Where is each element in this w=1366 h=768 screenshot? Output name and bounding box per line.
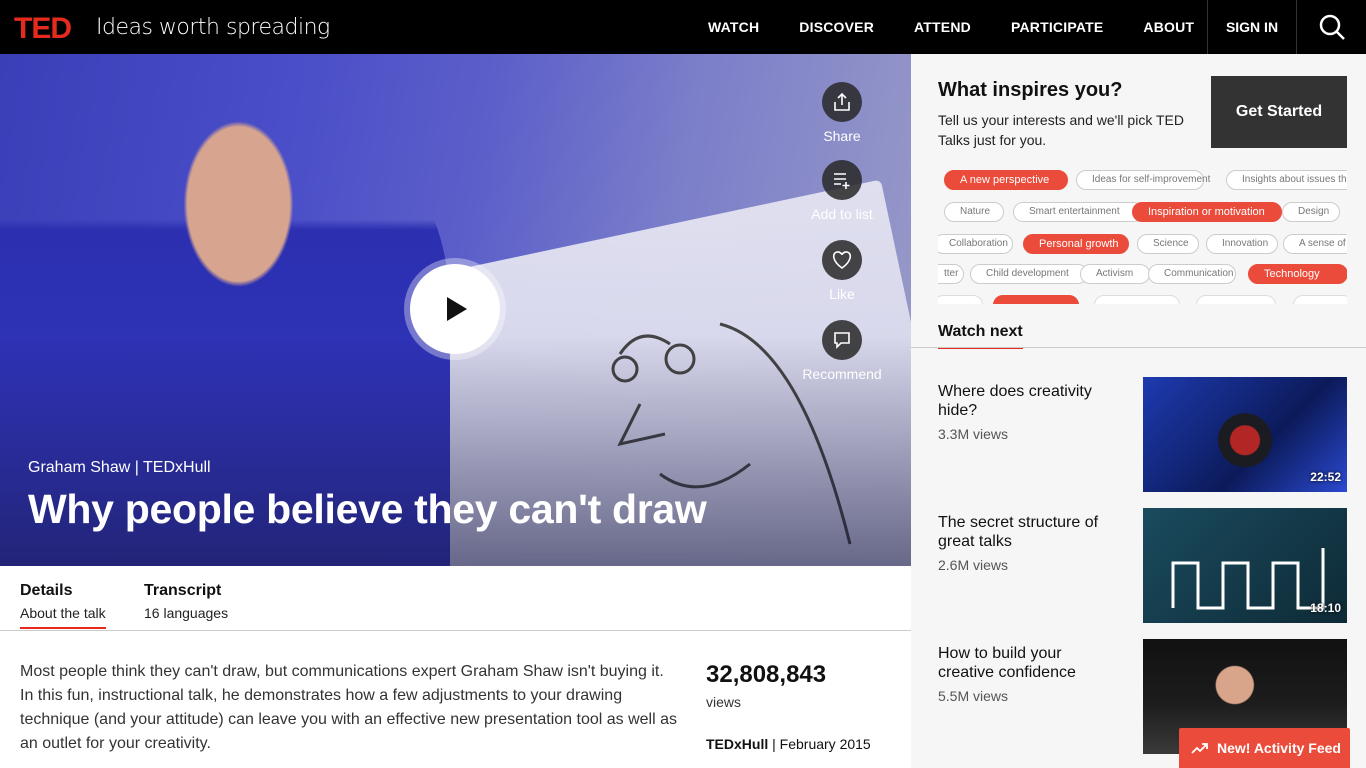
tab-details[interactable]: Details About the talk (20, 582, 106, 629)
watch-next-thumbnail[interactable]: 18:10 (1143, 508, 1347, 623)
views-label: views (706, 694, 742, 710)
recommend-label: Recommend (802, 366, 882, 382)
add-to-list-button[interactable]: Add to list (792, 160, 892, 222)
watch-next-views: 2.6M views (938, 557, 1009, 573)
video-duration: 22:52 (1310, 470, 1341, 484)
watch-next-views: 5.5M views (938, 688, 1009, 704)
tagline: Ideas worth spreading (96, 15, 330, 40)
nav-watch[interactable]: WATCH (688, 0, 779, 54)
search-button[interactable] (1298, 0, 1366, 54)
inspire-title: What inspires you? (938, 79, 1123, 101)
trending-icon (1191, 743, 1208, 754)
activity-feed-button[interactable]: New! Activity Feed (1179, 728, 1350, 768)
share-label: Share (823, 128, 861, 144)
video-hero[interactable]: Share Add to list Like Recommend Graham … (0, 54, 911, 566)
interest-chip[interactable]: Child development (970, 264, 1088, 284)
recommend-button[interactable]: Recommend (792, 320, 892, 382)
like-button[interactable]: Like (792, 240, 892, 302)
watch-next-title[interactable]: Where does creativity hide? (938, 382, 1118, 420)
like-label: Like (829, 286, 855, 302)
nav-attend[interactable]: ATTEND (894, 0, 991, 54)
nav-participate[interactable]: PARTICIPATE (991, 0, 1123, 54)
talk-description: Most people think they can't draw, but c… (20, 663, 677, 752)
interest-chip-partial[interactable] (938, 295, 983, 304)
interest-chip[interactable]: A sense of h (1283, 234, 1347, 254)
interest-chip[interactable]: Design (1282, 202, 1340, 222)
add-to-list-icon (834, 173, 850, 189)
talk-title: Why people believe they can't draw (28, 486, 707, 532)
watch-next-item[interactable]: The secret structure of great talks 2.6M… (938, 508, 1347, 624)
interest-chip[interactable]: Nature (944, 202, 1004, 222)
main-nav: WATCH DISCOVER ATTEND PARTICIPATE ABOUT (688, 0, 1214, 54)
video-duration: 18:10 (1310, 601, 1341, 615)
event-name[interactable]: TEDxHull (706, 736, 768, 752)
sign-in-link[interactable]: SIGN IN (1207, 0, 1297, 54)
talk-tabs: Details About the talk Transcript 16 lan… (0, 566, 911, 631)
sidebar: What inspires you? Tell us your interest… (911, 54, 1366, 768)
interest-chip[interactable]: Collaboration (938, 234, 1013, 254)
speaker-event[interactable]: Graham Shaw | TEDxHull (28, 459, 211, 477)
play-button[interactable] (410, 264, 500, 354)
interest-chip[interactable]: Personal growth (1023, 234, 1129, 254)
interest-chip[interactable]: A new perspective (944, 170, 1068, 190)
interest-chip-partial[interactable] (993, 295, 1079, 304)
nav-discover[interactable]: DISCOVER (779, 0, 894, 54)
watch-next-views: 3.3M views (938, 426, 1009, 442)
recommend-icon (834, 332, 850, 349)
ted-logo[interactable]: TED (14, 12, 72, 46)
play-icon (447, 297, 467, 321)
nav-about[interactable]: ABOUT (1123, 0, 1214, 54)
interest-chip[interactable]: tter (938, 264, 964, 284)
interest-chip[interactable]: Smart entertainment (1013, 202, 1143, 222)
watch-next-title[interactable]: How to build your creative confidence (938, 644, 1118, 682)
interest-chip[interactable]: Ideas for self-improvement (1076, 170, 1210, 190)
interest-chip[interactable]: Activism (1080, 264, 1150, 284)
interest-chip[interactable]: Science (1137, 234, 1199, 254)
search-icon (1319, 14, 1345, 40)
tab-details-label: Details (20, 582, 73, 599)
event-info: TEDxHull | February 2015 (706, 736, 871, 752)
inspire-subtitle: Tell us your interests and we'll pick TE… (938, 112, 1184, 148)
watch-next-thumbnail[interactable]: 22:52 (1143, 377, 1347, 492)
tab-details-sub: About the talk (20, 605, 106, 621)
interest-chip-partial[interactable] (1196, 295, 1276, 304)
views-count: 32,808,843 (706, 661, 827, 688)
interest-chip[interactable]: Communication (1148, 264, 1236, 284)
interest-chip-partial[interactable] (1094, 295, 1180, 304)
add-to-list-label: Add to list (811, 206, 873, 222)
interest-chips: A new perspective Ideas for self-improvem… (938, 166, 1347, 304)
event-date: February 2015 (779, 736, 871, 752)
watch-next-heading: Watch next (938, 323, 1023, 349)
get-started-button[interactable]: Get Started (1211, 76, 1347, 148)
watch-next-item[interactable]: Where does creativity hide? 3.3M views 2… (938, 377, 1347, 493)
watch-next-title[interactable]: The secret structure of great talks (938, 513, 1118, 551)
interest-chip-partial[interactable] (1293, 295, 1347, 304)
share-icon (834, 92, 850, 111)
tab-transcript-sub: 16 languages (144, 605, 229, 621)
interest-chip[interactable]: Technology (1248, 264, 1347, 284)
activity-feed-label: New! Activity Feed (1217, 740, 1341, 756)
interest-chip[interactable]: Innovation (1206, 234, 1278, 254)
tab-transcript[interactable]: Transcript 16 languages (144, 582, 228, 621)
heart-icon (832, 251, 852, 269)
interest-chip[interactable]: Inspiration or motivation (1132, 202, 1282, 222)
interest-chip[interactable]: Insights about issues tha (1226, 170, 1347, 190)
top-nav-bar: TED Ideas worth spreading WATCH DISCOVER… (0, 0, 1366, 54)
tab-transcript-label: Transcript (144, 582, 222, 599)
share-button[interactable]: Share (792, 82, 892, 144)
